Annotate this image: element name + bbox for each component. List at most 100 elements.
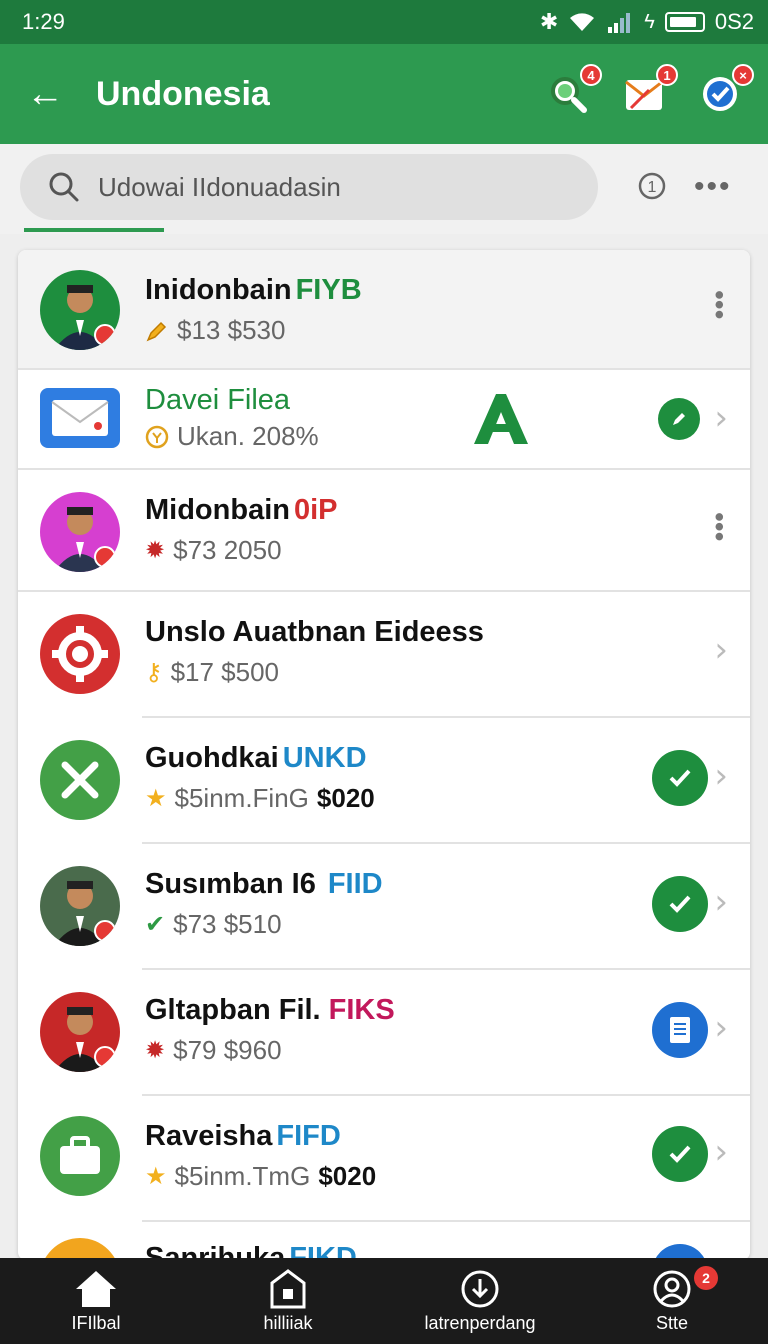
tasks-badge: ×: [732, 64, 754, 86]
avatar-badge-icon: [94, 920, 116, 942]
chevron-right-icon[interactable]: ›: [714, 630, 728, 670]
item-subtitle: $5inm.TmG: [174, 1161, 311, 1191]
profile-badge: 2: [694, 1266, 718, 1290]
nav-download[interactable]: latrenperdang: [384, 1258, 576, 1344]
item-tag: FIFD: [276, 1120, 341, 1152]
item-amount: $020: [318, 1161, 377, 1191]
item-subtitle: $5inm.FinG: [174, 783, 309, 813]
item-title: Guohdkai UNKD: [145, 742, 367, 774]
lock-house-icon: [270, 1268, 306, 1308]
status-right-text: 0S2: [714, 9, 754, 34]
page-title: Undonesia: [96, 74, 270, 113]
list-item[interactable]: Inidonbain FIYB $13 $530 •••: [18, 250, 750, 368]
bluetooth-icon: ✱: [539, 9, 559, 34]
list-item[interactable]: Midonbain 0iP ✹ $73 2050 •••: [18, 470, 750, 590]
item-title: Susımban I6 FIID: [145, 868, 383, 900]
home-icon: [76, 1270, 116, 1307]
item-title: Midonbain 0iP: [145, 494, 338, 526]
item-subtitle: $79 $960: [173, 1035, 282, 1065]
list-item[interactable]: Sanrihuka FIKD: [18, 1222, 750, 1260]
search-icon: [49, 172, 79, 202]
avatar: [40, 492, 120, 572]
nav-label: IFIlbal: [71, 1312, 121, 1333]
document-icon[interactable]: [652, 1002, 708, 1058]
bottom-navigation: IFIlbal hilliiak latrenperdang 2 Stte: [0, 1258, 768, 1344]
chevron-right-icon[interactable]: ›: [714, 1132, 728, 1172]
mail-button[interactable]: 1: [622, 64, 678, 116]
list-item[interactable]: Unslo Auatbnan Eideess ⚷ $17 $500 ›: [18, 592, 750, 716]
avatar-badge-icon: [94, 546, 116, 568]
list-item[interactable]: Davei Filea Ukan. 208% ›: [18, 370, 750, 468]
tasks-button[interactable]: ×: [698, 64, 754, 116]
coin-icon: [145, 425, 169, 448]
briefcase-app-icon: [40, 1116, 120, 1196]
item-tag: FIKS: [328, 994, 395, 1026]
profile-icon: [653, 1270, 691, 1307]
list-item[interactable]: Susımban I6 FIID ✔ $73 $510 ›: [18, 844, 750, 968]
pencil-icon: [146, 321, 167, 341]
gear-icon: ✹: [145, 1037, 166, 1064]
search-button[interactable]: 4: [546, 64, 602, 116]
nav-profile[interactable]: 2 Stte: [576, 1258, 768, 1344]
avatar-badge-icon: [94, 1046, 116, 1068]
charging-icon: ϟ: [644, 10, 655, 33]
mail-badge: 1: [656, 64, 678, 86]
edit-status-icon[interactable]: [658, 398, 700, 440]
nav-home[interactable]: IFIlbal: [0, 1258, 192, 1344]
chevron-right-icon[interactable]: ›: [714, 398, 728, 438]
download-icon: [461, 1270, 499, 1307]
avatar-badge-icon: [94, 324, 116, 346]
battery-icon: [664, 12, 705, 32]
contact-list: Inidonbain FIYB $13 $530 ••• Davei Filea …: [18, 250, 750, 1260]
search-input[interactable]: Udowai IIdonuadasin: [20, 154, 598, 220]
list-item[interactable]: Gltapban Fil. FIKS ✹ $79 $960 ›: [18, 970, 750, 1094]
item-subtitle: $73 2050: [173, 535, 282, 565]
chevron-right-icon[interactable]: ›: [714, 756, 728, 796]
item-title: Gltapban Fil. FIKS: [145, 994, 395, 1026]
nav-label: hilliiak: [263, 1312, 313, 1333]
kebab-menu-icon[interactable]: •••: [704, 512, 735, 541]
item-subtitle: Ukan. 208%: [177, 421, 319, 451]
star-icon: ★: [145, 1163, 167, 1190]
check-chat-icon[interactable]: [652, 876, 708, 932]
key-icon: ⚷: [145, 659, 163, 686]
item-tag: 0iP: [293, 494, 338, 526]
avatar: [40, 866, 120, 946]
nav-label: latrenperdang: [424, 1312, 536, 1333]
tools-app-icon: [40, 740, 120, 820]
gear-icon: ✹: [145, 537, 166, 564]
list-item[interactable]: Raveisha FIFD ★ $5inm.TmG $020 ›: [18, 1096, 750, 1220]
mail-app-icon: [40, 388, 120, 448]
chevron-right-icon[interactable]: ›: [714, 882, 728, 922]
item-title: Unslo Auatbnan Eideess: [145, 616, 484, 648]
chevron-right-icon[interactable]: ›: [714, 1008, 728, 1048]
item-title: Davei Filea: [145, 384, 291, 416]
search-badge: 4: [580, 64, 602, 86]
active-tab-indicator: [24, 228, 164, 232]
info-glyph: 1: [648, 179, 657, 196]
item-subtitle: $17 $500: [170, 657, 280, 687]
avatar: [40, 1238, 120, 1260]
check-chat-icon[interactable]: [652, 750, 708, 806]
leaf-icon: ✔: [145, 911, 166, 938]
info-icon[interactable]: 1: [638, 172, 666, 200]
status-bar: 1:29 ✱ ϟ 0S2: [0, 0, 768, 44]
brand-logo-icon: [474, 394, 528, 444]
item-subtitle: $13 $530: [177, 315, 286, 345]
item-tag: UNKD: [282, 742, 367, 774]
check-chat-icon[interactable]: [652, 1126, 708, 1182]
avatar: [40, 270, 120, 350]
signal-icon: [608, 13, 631, 33]
item-amount: $020: [316, 783, 375, 813]
back-arrow-icon[interactable]: ←: [26, 75, 66, 113]
app-bar: ← Undonesia 4 1 ×: [0, 44, 768, 144]
item-title: Raveisha FIFD: [145, 1120, 341, 1152]
nav-secure[interactable]: hilliiak: [192, 1258, 384, 1344]
settings-app-icon: [40, 614, 120, 694]
item-subtitle: $73 $510: [173, 909, 282, 939]
more-options-icon[interactable]: •••: [694, 170, 732, 204]
list-item[interactable]: Guohdkai UNKD ★ $5inm.FinG $020 ›: [18, 718, 750, 842]
status-time: 1:29: [22, 9, 65, 34]
kebab-menu-icon[interactable]: •••: [704, 290, 735, 319]
avatar: [40, 992, 120, 1072]
